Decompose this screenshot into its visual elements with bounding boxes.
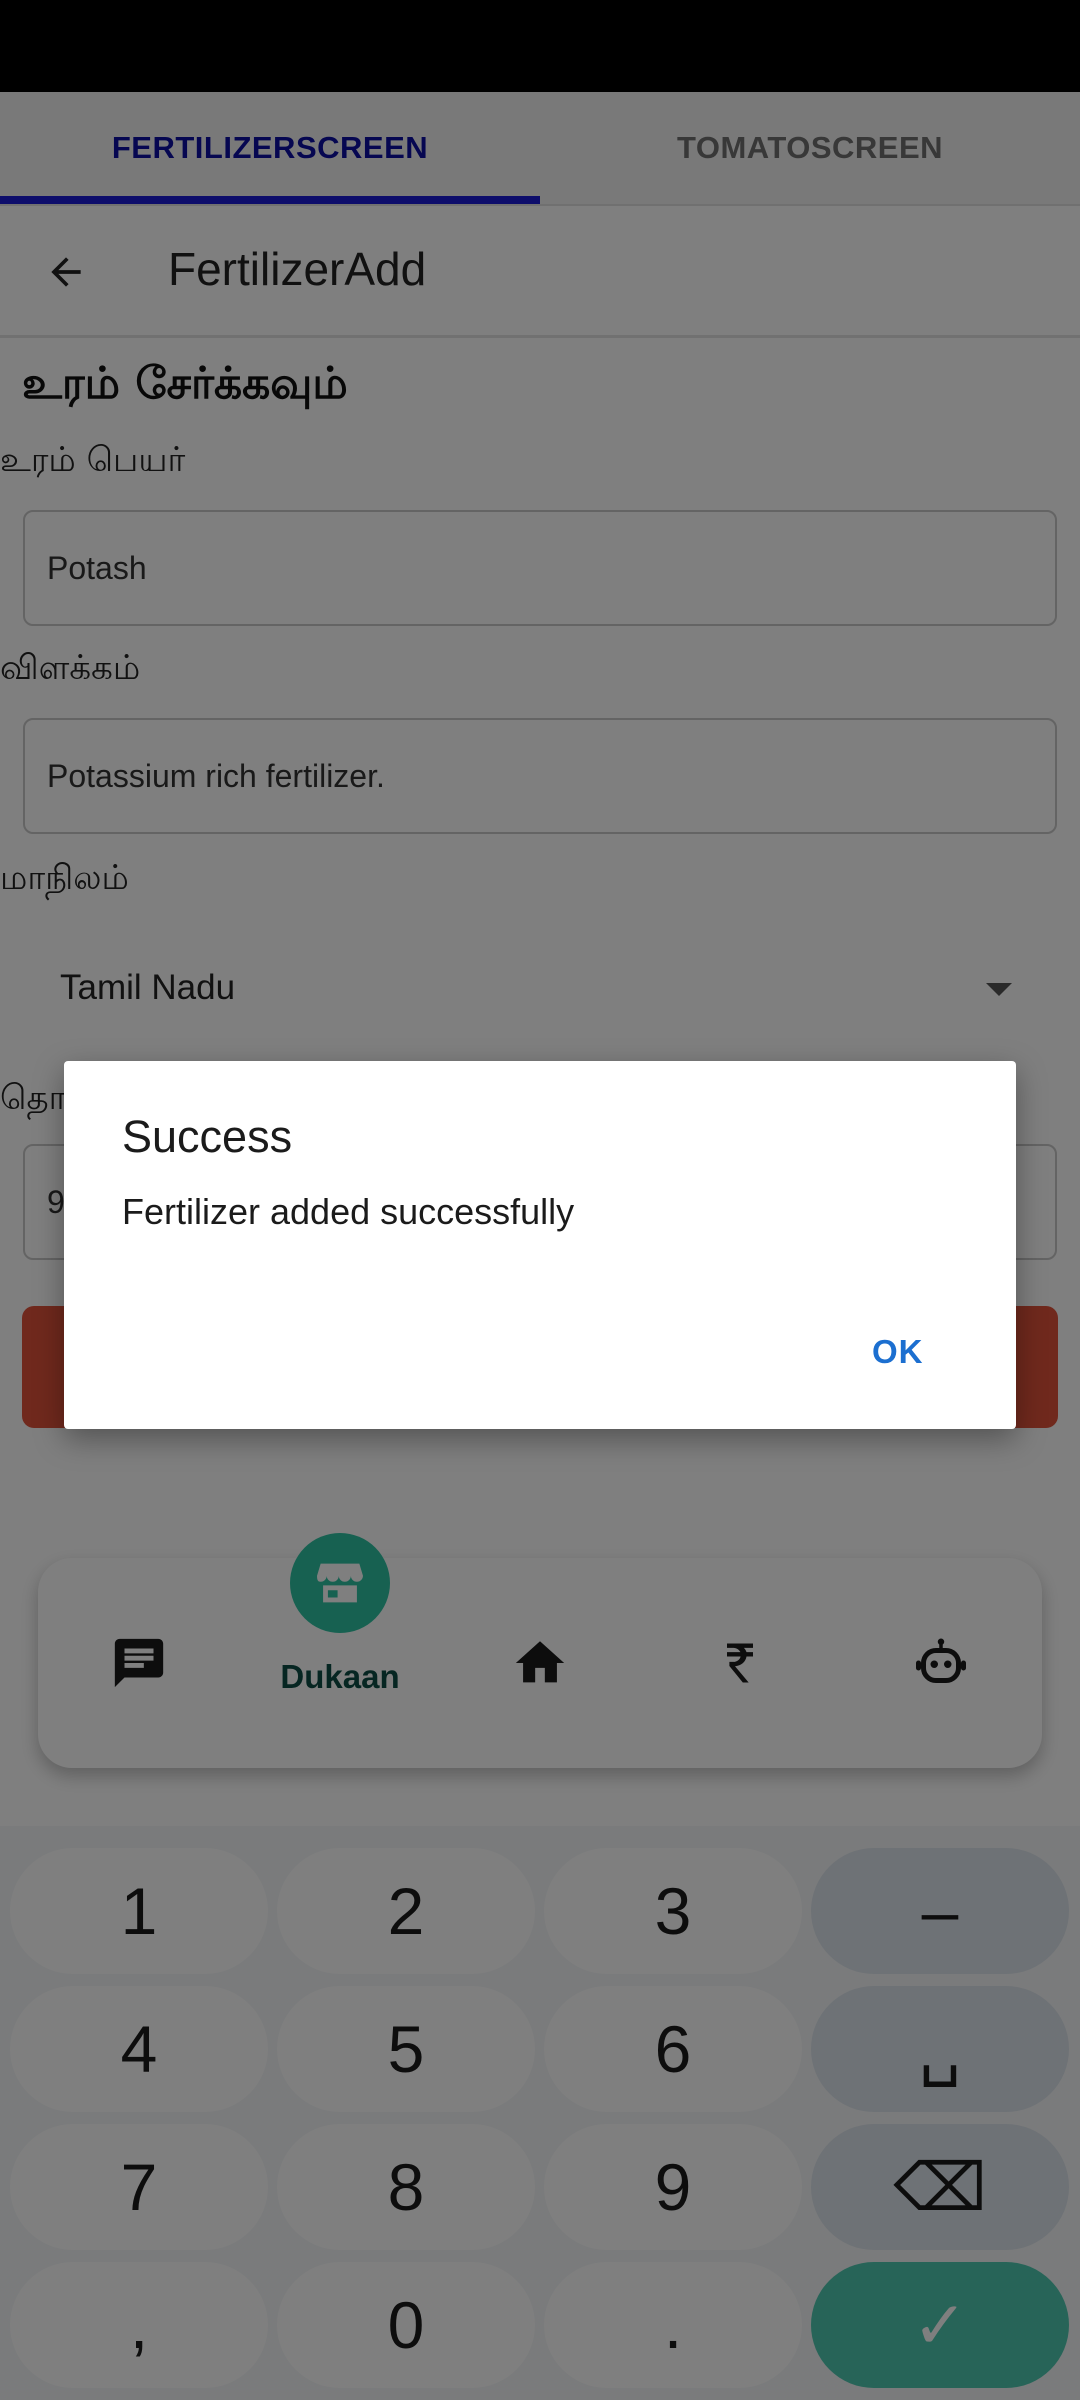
success-dialog: Success Fertilizer added successfully OK <box>64 1061 1016 1429</box>
ok-button[interactable]: OK <box>872 1333 924 1371</box>
dialog-message: Fertilizer added successfully <box>122 1191 575 1232</box>
status-bar <box>0 0 1080 92</box>
dialog-title: Success <box>122 1111 293 1162</box>
